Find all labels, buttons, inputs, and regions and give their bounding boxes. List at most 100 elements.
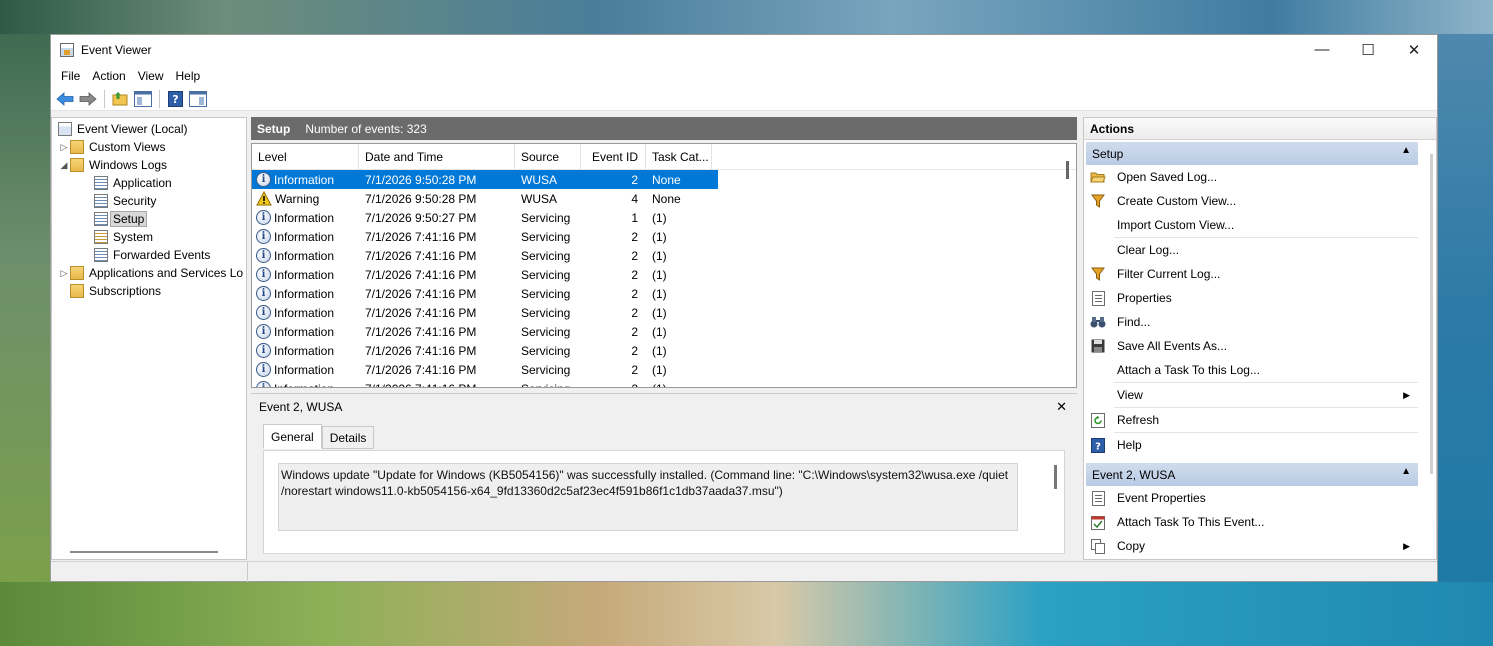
event-row[interactable]: iInformation7/1/2026 7:41:16 PMServicing… xyxy=(252,284,718,303)
event-row[interactable]: i Information 7/1/2026 9:50:27 PM Servicing… xyxy=(252,208,718,227)
minimize-button[interactable]: — xyxy=(1299,35,1345,64)
action-view[interactable]: View ▶ xyxy=(1084,383,1418,407)
event-row[interactable]: iInformation7/1/2026 7:41:16 PMServicing… xyxy=(252,360,718,379)
action-save-all-events-as[interactable]: Save All Events As... xyxy=(1084,334,1418,358)
tree-item-root[interactable]: Event Viewer (Local) xyxy=(52,120,246,138)
action-event-properties[interactable]: Event Properties xyxy=(1084,486,1418,510)
tree-item-setup[interactable]: Setup xyxy=(52,210,246,228)
show-hide-tree-button[interactable] xyxy=(132,89,154,109)
event-task-category: (1) xyxy=(652,267,667,282)
action-create-custom-view[interactable]: Create Custom View... xyxy=(1084,189,1418,213)
forward-button[interactable] xyxy=(77,89,99,109)
action-clear-log[interactable]: Clear Log... xyxy=(1084,238,1418,262)
tree-horizontal-scrollbar[interactable] xyxy=(70,551,218,553)
desktop-wallpaper-left xyxy=(0,34,50,582)
action-attach-task-to-this-event[interactable]: Attach Task To This Event... xyxy=(1084,510,1418,534)
menu-help[interactable]: Help xyxy=(170,69,207,83)
tab-general[interactable]: General xyxy=(263,424,322,449)
event-source: Servicing xyxy=(521,229,571,244)
detail-tabs: General Details xyxy=(263,424,375,449)
tree-item-applications-services[interactable]: ▷ Applications and Services Lo xyxy=(52,264,246,282)
expand-chevron-icon[interactable]: ▷ xyxy=(58,142,70,153)
event-row[interactable]: iInformation7/1/2026 7:41:16 PMServicing… xyxy=(252,341,718,360)
actions-section-setup[interactable]: Setup ▲ xyxy=(1086,142,1418,165)
action-copy[interactable]: Copy ▶ xyxy=(1084,534,1418,558)
action-find[interactable]: Find... xyxy=(1084,310,1418,334)
column-source[interactable]: Source xyxy=(515,144,581,170)
event-row[interactable]: iInformation7/1/2026 7:41:16 PMServicing… xyxy=(252,379,718,388)
action-attach-a-task-to-this-log[interactable]: Attach a Task To this Log... xyxy=(1084,358,1418,382)
expand-chevron-icon[interactable]: ▷ xyxy=(58,268,70,279)
back-button[interactable] xyxy=(54,89,76,109)
event-row[interactable]: iInformation7/1/2026 7:41:16 PMServicing… xyxy=(252,322,718,341)
folder-up-icon xyxy=(112,92,128,106)
event-source: Servicing xyxy=(521,324,571,339)
blank-icon xyxy=(1090,242,1106,258)
event-level: iInformation xyxy=(252,379,359,387)
properties-icon xyxy=(1090,290,1106,306)
submenu-arrow-icon: ▶ xyxy=(1403,540,1410,551)
collapse-up-icon[interactable]: ▲ xyxy=(1401,145,1411,156)
event-row[interactable]: iInformation7/1/2026 7:41:16 PMServicing… xyxy=(252,246,718,265)
collapse-up-icon[interactable]: ▲ xyxy=(1401,466,1411,477)
task-icon xyxy=(1090,514,1106,530)
event-description[interactable]: Windows update "Update for Windows (KB50… xyxy=(278,463,1018,531)
tree-item-custom-views[interactable]: ▷ Custom Views xyxy=(52,138,246,156)
action-refresh[interactable]: Refresh xyxy=(1084,408,1418,432)
actions-vertical-scrollbar[interactable] xyxy=(1430,154,1433,474)
filter-icon xyxy=(1090,193,1106,209)
event-level: iInformation xyxy=(252,341,359,360)
actions-section-event[interactable]: Event 2, WUSA ▲ xyxy=(1086,463,1418,486)
event-source: Servicing xyxy=(521,210,571,225)
column-task-category[interactable]: Task Cat... xyxy=(646,144,712,170)
event-id: 2 xyxy=(631,248,638,263)
up-folder-button[interactable] xyxy=(109,89,131,109)
event-level: iInformation xyxy=(252,208,359,227)
tree-item-system[interactable]: System xyxy=(52,228,246,246)
forward-arrow-icon xyxy=(79,91,97,106)
folder-icon xyxy=(70,158,84,172)
menu-action[interactable]: Action xyxy=(86,69,131,83)
events-vertical-scrollbar[interactable] xyxy=(1066,161,1069,179)
event-source: Servicing xyxy=(521,362,571,377)
close-detail-icon[interactable]: ✕ xyxy=(1056,399,1067,415)
toolbar-separator xyxy=(104,89,105,108)
help-toolbar-button[interactable]: ? xyxy=(164,89,186,109)
tree-item-forwarded-events[interactable]: Forwarded Events xyxy=(52,246,246,264)
collapse-chevron-icon[interactable]: ◢ xyxy=(58,160,70,171)
event-row[interactable]: iInformation7/1/2026 7:41:16 PMServicing… xyxy=(252,303,718,322)
event-id: 2 xyxy=(631,267,638,282)
close-button[interactable]: ✕ xyxy=(1391,35,1437,64)
action-filter-current-log[interactable]: Filter Current Log... xyxy=(1084,262,1418,286)
event-level: iInformation xyxy=(252,322,359,341)
title-bar[interactable]: Event Viewer — ☐ ✕ xyxy=(51,35,1437,64)
show-hide-action-pane-button[interactable] xyxy=(187,89,209,109)
tree-item-windows-logs[interactable]: ◢ Windows Logs xyxy=(52,156,246,174)
column-date-time[interactable]: Date and Time xyxy=(359,144,515,170)
detail-vertical-scrollbar[interactable] xyxy=(1054,465,1057,489)
column-level[interactable]: Level xyxy=(252,144,359,170)
menu-view[interactable]: View xyxy=(132,69,170,83)
desktop-wallpaper-right xyxy=(1438,34,1493,582)
tree-item-subscriptions[interactable]: Subscriptions xyxy=(52,282,246,300)
information-icon: i xyxy=(256,324,271,339)
event-row[interactable]: i Information 7/1/2026 9:50:28 PM WUSA 2 None xyxy=(252,170,718,189)
tree-item-security[interactable]: Security xyxy=(52,192,246,210)
event-row[interactable]: iInformation7/1/2026 7:41:16 PMServicing… xyxy=(252,227,718,246)
menu-file[interactable]: File xyxy=(55,69,86,83)
action-help[interactable]: ? Help xyxy=(1084,433,1418,457)
tab-details[interactable]: Details xyxy=(321,426,375,449)
tree-item-application[interactable]: Application xyxy=(52,174,246,192)
event-row[interactable]: Warning 7/1/2026 9:50:28 PM WUSA 4 None xyxy=(252,189,718,208)
status-bar xyxy=(51,561,1437,582)
maximize-button[interactable]: ☐ xyxy=(1345,35,1391,64)
action-properties[interactable]: Properties xyxy=(1084,286,1418,310)
event-id: 2 xyxy=(631,343,638,358)
event-level: iInformation xyxy=(252,227,359,246)
event-row[interactable]: iInformation7/1/2026 7:41:16 PMServicing… xyxy=(252,265,718,284)
action-import-custom-view[interactable]: Import Custom View... xyxy=(1084,213,1418,237)
window-title: Event Viewer xyxy=(81,42,152,57)
event-date: 7/1/2026 7:41:16 PM xyxy=(359,379,515,388)
action-open-saved-log[interactable]: Open Saved Log... xyxy=(1084,165,1418,189)
column-event-id[interactable]: Event ID xyxy=(581,144,646,170)
